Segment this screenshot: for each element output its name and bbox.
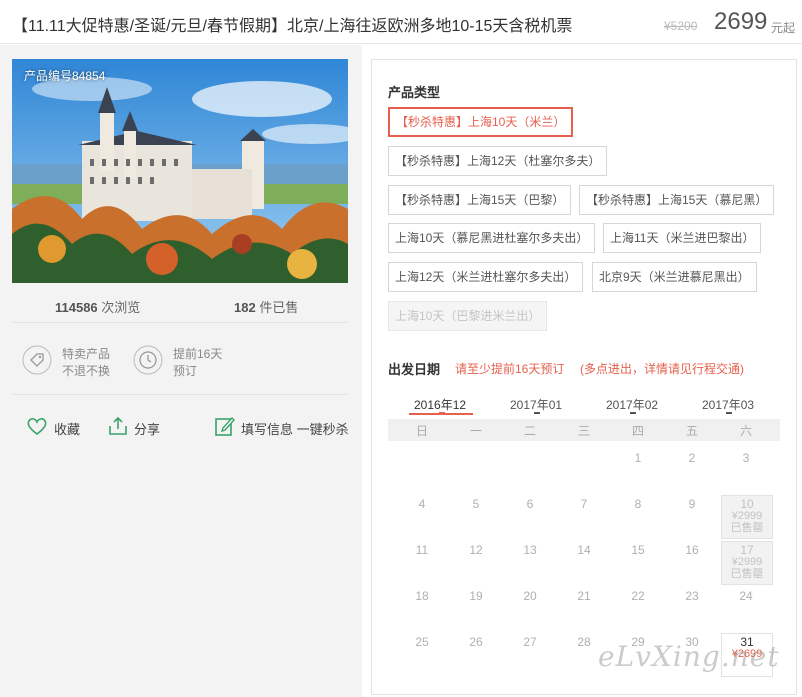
product-option[interactable]: 北京9天（米兰进慕尼黑出）	[592, 262, 757, 292]
weekday-label: 五	[685, 424, 698, 438]
calendar-day: 23	[685, 589, 699, 603]
product-option[interactable]: 上海10天（慕尼黑进杜塞尔多夫出）	[388, 223, 596, 253]
calendar-day: 13	[523, 543, 537, 557]
calendar-day: 19	[469, 589, 483, 603]
calendar-day: 3	[742, 451, 750, 465]
cell-status: 已售罄	[730, 568, 764, 580]
calendar-day: 24	[739, 589, 753, 603]
month-tick	[630, 412, 636, 414]
original-price: ¥5200	[664, 19, 698, 33]
favorite-label: 收藏	[54, 422, 81, 437]
sold-count-label: 件已售	[259, 300, 299, 315]
sold-count-value: 182	[234, 300, 256, 315]
page-header: 【11.11大促特惠/圣诞/元旦/春节假期】北京/上海往返欧洲多地10-15天含…	[0, 0, 802, 44]
calendar-day: 8	[634, 497, 642, 511]
product-option[interactable]: 上海12天（米兰进杜塞尔多夫出）	[388, 262, 584, 292]
month-tick	[534, 412, 540, 414]
weekday-label: 四	[631, 424, 644, 438]
calendar-day: 11	[415, 543, 429, 557]
tag-icon	[22, 345, 52, 375]
view-count: 114586 次浏览	[55, 297, 140, 316]
cell-date: 10	[740, 497, 754, 511]
calendar-day: 5	[472, 497, 480, 511]
divider	[12, 394, 348, 395]
cell-price: ¥2999	[731, 510, 763, 522]
current-price: 2699	[714, 8, 768, 35]
sold-count: 182 件已售	[234, 297, 298, 316]
calendar-day: 27	[523, 635, 537, 649]
weekday-label: 一	[469, 424, 482, 438]
product-title: 【11.11大促特惠/圣诞/元旦/春节假期】北京/上海往返欧洲多地10-15天含…	[12, 18, 573, 35]
product-stats: 114586 次浏览 182 件已售	[12, 297, 348, 321]
calendar-day: 18	[415, 589, 429, 603]
calendar-day: 25	[415, 635, 429, 649]
calendar-day: 20	[523, 589, 537, 603]
calendar-day: 15	[631, 543, 645, 557]
product-number: 产品编号84854	[24, 69, 106, 83]
calendar-day: 28	[577, 635, 591, 649]
feature-line1: 特卖产品	[62, 347, 111, 361]
share-label: 分享	[134, 422, 161, 437]
feature-line1: 提前16天	[173, 347, 223, 361]
weekday-label: 日	[415, 424, 428, 438]
calendar-day: 9	[688, 497, 696, 511]
book-now-button[interactable]: 填写信息 一键秒杀	[214, 413, 349, 443]
product-option-disabled: 上海10天（巴黎进米兰出）	[388, 301, 548, 331]
view-count-value: 114586	[55, 300, 98, 315]
month-tab[interactable]: 2017年03	[702, 396, 754, 413]
calendar-day: 21	[577, 589, 591, 603]
calendar-day-sold-out: 17 ¥2999 已售罄	[721, 541, 773, 585]
calendar-day: 4	[418, 497, 426, 511]
calendar-day: 1	[634, 451, 642, 465]
edit-icon	[215, 416, 235, 436]
calendar-day: 12	[469, 543, 483, 557]
clock-icon	[133, 345, 163, 375]
weekday-label: 六	[739, 424, 752, 438]
share-button[interactable]: 分享	[107, 413, 167, 443]
product-option[interactable]: 【秒杀特惠】上海10天（米兰）	[388, 107, 574, 137]
calendar-day: 22	[631, 589, 645, 603]
book-now-label: 填写信息 一键秒杀	[241, 422, 349, 437]
month-tab[interactable]: 2016年12	[414, 396, 466, 413]
cell-price: ¥2999	[731, 556, 763, 568]
product-option[interactable]: 上海11天（米兰进巴黎出）	[603, 223, 762, 253]
product-photo: 产品编号84854	[12, 59, 348, 283]
month-tab[interactable]: 2017年01	[510, 396, 562, 413]
month-tab[interactable]: 2017年02	[606, 396, 658, 413]
advance-booking-tip: 请至少提前16天预订	[455, 362, 565, 376]
calendar-day: 2	[688, 451, 696, 465]
view-count-label: 次浏览	[101, 300, 141, 315]
calendar-day-sold-out: 10 ¥2999 已售罄	[721, 495, 773, 539]
month-tick	[439, 412, 445, 414]
weekday-label: 二	[523, 424, 536, 438]
cell-date: 17	[740, 543, 754, 557]
price-unit: 元起	[771, 21, 796, 35]
calendar-day: 16	[685, 543, 699, 557]
departure-date-title: 出发日期	[388, 362, 441, 377]
favorite-button[interactable]: 收藏	[26, 413, 86, 443]
product-type-title: 产品类型	[388, 85, 441, 100]
weekday-header: 日 一 二 三 四 五 六	[388, 419, 780, 441]
cell-status: 已售罄	[730, 522, 764, 534]
calendar-day: 26	[469, 635, 483, 649]
feature-line2: 不退不换	[62, 364, 111, 378]
heart-icon	[27, 418, 47, 436]
share-icon	[109, 416, 127, 435]
castle-photo-image	[12, 59, 348, 283]
divider	[12, 322, 348, 323]
multi-city-tip: (多点进出，详情请见行程交通)	[580, 362, 744, 376]
site-watermark: eLvXing.net	[598, 640, 780, 673]
product-option[interactable]: 【秒杀特惠】上海15天（巴黎）	[388, 185, 572, 215]
product-option[interactable]: 【秒杀特惠】上海15天（慕尼黑）	[579, 185, 775, 215]
product-info-panel: 产品编号84854 114586 次浏览 182 件已售 特卖产品 不退不换 提…	[0, 45, 362, 697]
product-option[interactable]: 【秒杀特惠】上海12天（杜塞尔多夫）	[388, 146, 608, 176]
calendar-day: 7	[580, 497, 588, 511]
feature-line2: 预订	[173, 364, 198, 378]
calendar-day: 14	[577, 543, 591, 557]
weekday-label: 三	[577, 424, 590, 438]
month-tick	[726, 412, 732, 414]
booking-panel: 产品类型 【秒杀特惠】上海10天（米兰） 【秒杀特惠】上海12天（杜塞尔多夫） …	[371, 59, 797, 695]
calendar-day: 6	[526, 497, 534, 511]
